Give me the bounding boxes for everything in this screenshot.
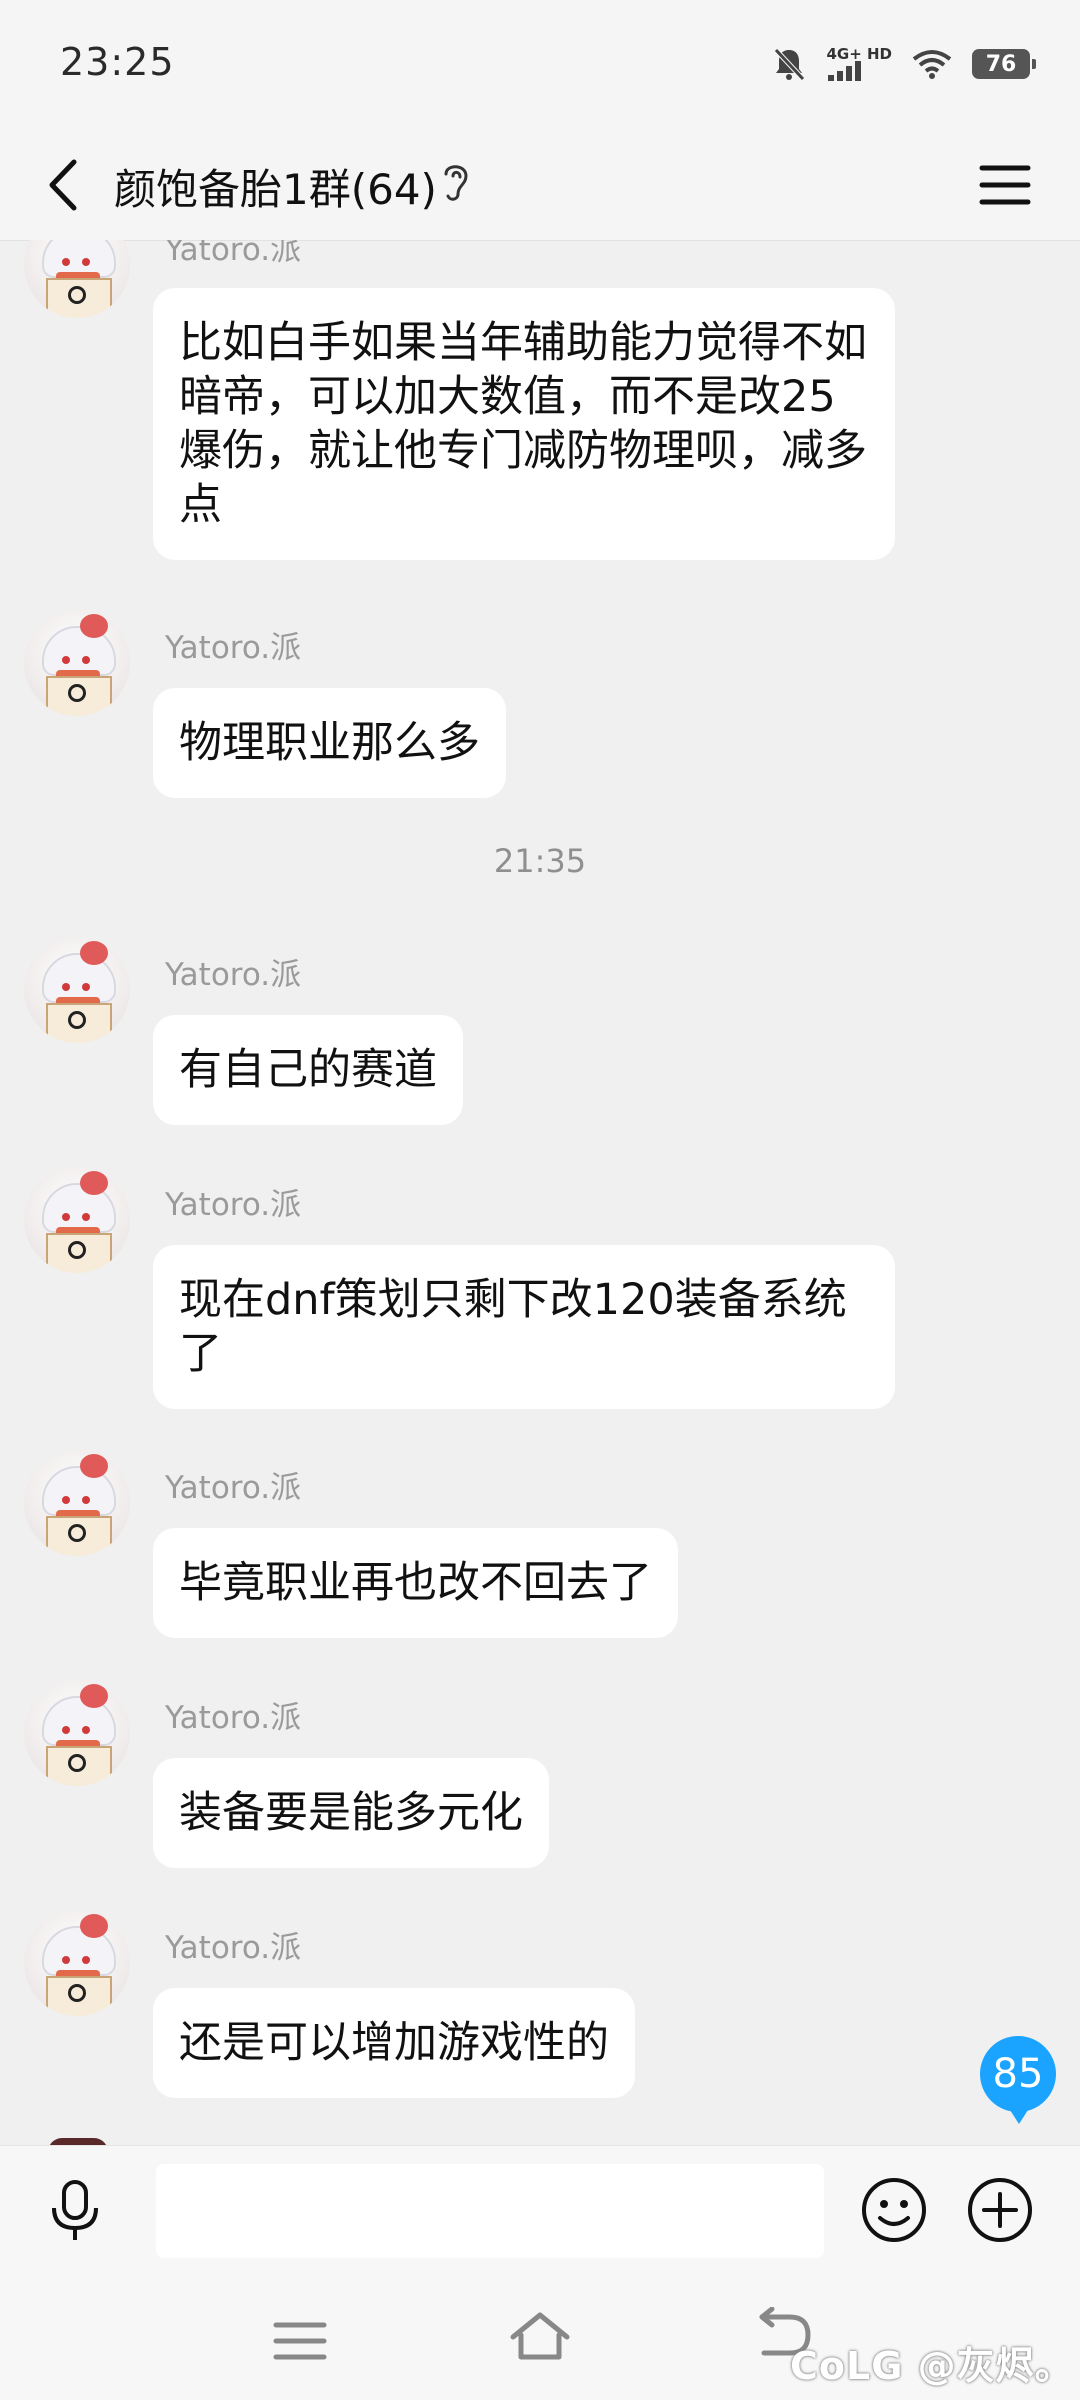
status-bar: 23:25 4G+ HD 76	[0, 0, 1080, 130]
unread-count-badge[interactable]: 85	[980, 2036, 1056, 2124]
network-label: 4G+ HD	[826, 45, 892, 63]
sender-name[interactable]: Yatoro.派	[165, 622, 301, 667]
avatar[interactable]	[24, 240, 130, 318]
chat-header: 颜饱备胎1群(64)	[0, 130, 1080, 241]
home-icon[interactable]	[505, 2307, 575, 2367]
status-time: 23:25	[60, 40, 175, 84]
emoji-icon[interactable]	[858, 2174, 930, 2246]
time-divider: 21:35	[493, 842, 587, 880]
recent-apps-icon[interactable]	[268, 2313, 332, 2369]
mute-icon	[774, 48, 806, 81]
message-bubble[interactable]: 物理职业那么多	[153, 688, 506, 798]
avatar[interactable]	[24, 937, 130, 1043]
avatar[interactable]	[24, 1450, 130, 1556]
message-input[interactable]	[156, 2164, 824, 2258]
plus-icon[interactable]	[964, 2174, 1036, 2246]
avatar[interactable]	[48, 2138, 108, 2145]
menu-icon[interactable]	[970, 150, 1040, 220]
input-bar	[0, 2145, 1080, 2276]
avatar[interactable]	[24, 1680, 130, 1786]
message-bubble[interactable]: 装备要是能多元化	[153, 1758, 549, 1868]
chat-message-list[interactable]: Yatoro.派 比如白手如果当年辅助能力觉得不如暗帝，可以加大数值，而不是改2…	[0, 240, 1080, 2145]
sender-name[interactable]: Yatoro.派	[165, 1692, 301, 1737]
message-bubble[interactable]: 有自己的赛道	[153, 1015, 463, 1125]
signal-icon	[828, 61, 862, 81]
message-bubble[interactable]: 毕竟职业再也改不回去了	[153, 1528, 678, 1638]
sender-name[interactable]: Yatoro.派	[165, 1462, 301, 1507]
message-bubble[interactable]: 还是可以增加游戏性的	[153, 1988, 635, 2098]
group-title[interactable]: 颜饱备胎1群(64)	[114, 156, 437, 217]
message-bubble[interactable]: 比如白手如果当年辅助能力觉得不如暗帝，可以加大数值，而不是改25爆伤，就让他专门…	[153, 288, 895, 560]
watermark: CoLG @灰烬。	[790, 2344, 1074, 2388]
ear-icon[interactable]	[436, 156, 476, 206]
wifi-icon	[912, 50, 952, 79]
avatar[interactable]	[24, 1167, 130, 1273]
message-bubble[interactable]: 现在dnf策划只剩下改120装备系统了	[153, 1245, 895, 1409]
sender-name[interactable]: Yatoro.派	[165, 240, 301, 269]
cellular-signal: 4G+ HD	[826, 47, 892, 81]
avatar[interactable]	[24, 610, 130, 716]
status-icons: 4G+ HD 76	[772, 44, 1036, 84]
microphone-icon[interactable]	[40, 2176, 110, 2246]
back-arrow-icon[interactable]	[30, 150, 100, 220]
avatar[interactable]	[24, 1910, 130, 2016]
sender-name[interactable]: Yatoro.派	[165, 949, 301, 994]
sender-name[interactable]: Yatoro.派	[165, 1922, 301, 1967]
battery-indicator: 76	[972, 49, 1036, 79]
sender-name[interactable]: Yatoro.派	[165, 1179, 301, 1224]
